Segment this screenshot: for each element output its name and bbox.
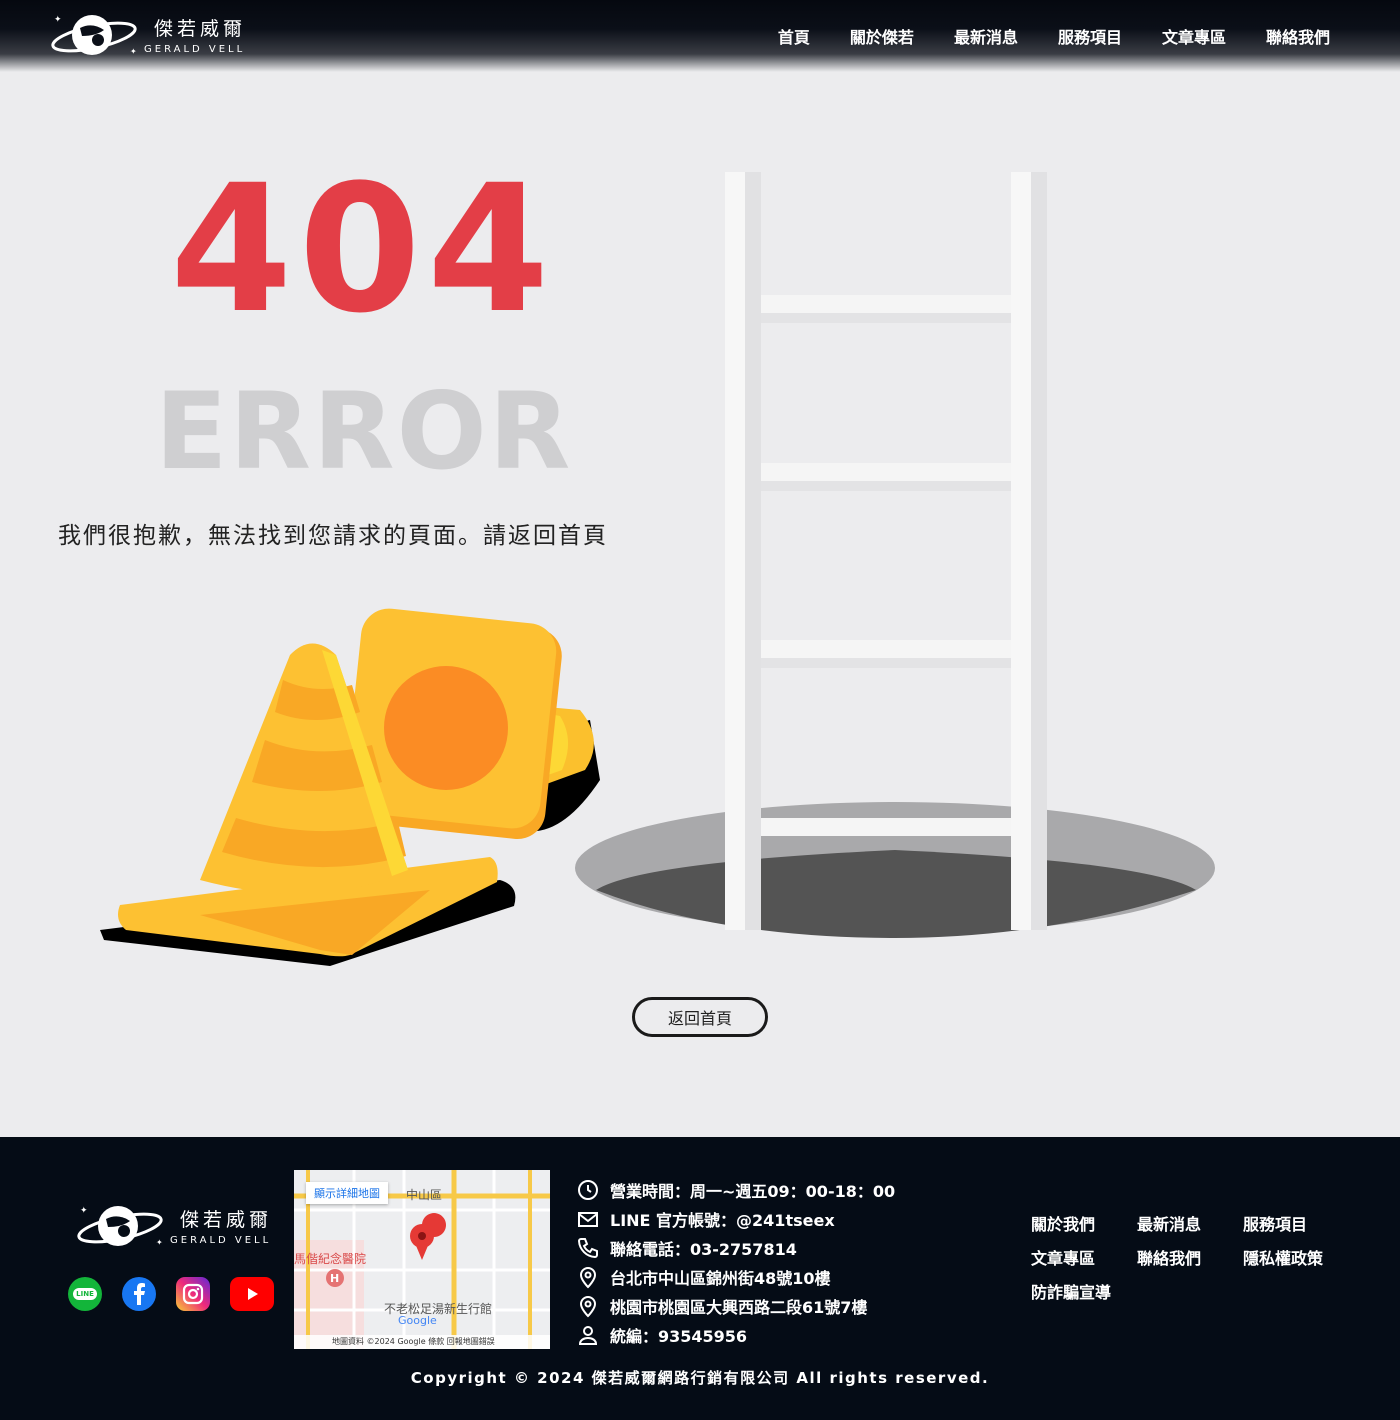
contact-line-text[interactable]: LINE 官方帳號：@241tseex [610, 1207, 835, 1231]
site-footer: ✦ ✦ 傑若威爾 GERALD VELL LINE H 顯示詳細地圖 中山區 馬… [0, 1137, 1400, 1420]
footer-logo-english-name: GERALD VELL [170, 1235, 272, 1246]
planet-logo-icon: ✦ ✦ [77, 1206, 163, 1247]
phone-icon [577, 1237, 598, 1258]
map-attribution: 地圖資料 ©2024 Google 條款 回報地圖錯誤 [294, 1335, 550, 1349]
line-link[interactable]: LINE [68, 1277, 102, 1311]
map-google-logo: Google [398, 1314, 437, 1327]
instagram-link[interactable] [176, 1277, 210, 1311]
footer-link-contact[interactable]: 聯絡我們 [1137, 1249, 1243, 1269]
footer-links: 關於我們 最新消息 服務項目 文章專區 聯絡我們 隱私權政策 防詐騙宣導 [1031, 1215, 1343, 1303]
svg-text:H: H [330, 1272, 339, 1285]
contact-tax-id-text: 統編：93545956 [610, 1326, 748, 1346]
construction-illustration [100, 172, 1215, 966]
google-map-embed[interactable]: H 顯示詳細地圖 中山區 馬偕紀念醫院 不老松足湯新生行館 Google 地圖資… [294, 1170, 550, 1349]
footer-link-services[interactable]: 服務項目 [1243, 1215, 1343, 1235]
copyright-text: Copyright © 2024 傑若威爾網路行銷有限公司 All rights… [410, 1369, 990, 1387]
contact-address-taipei-text: 台北市中山區錦州街48號10樓 [610, 1268, 831, 1288]
mail-icon [578, 1211, 598, 1227]
social-links: LINE [68, 1277, 274, 1311]
contact-line: LINE 官方帳號：@241tseex [576, 1204, 895, 1233]
map-label-district: 中山區 [406, 1188, 443, 1202]
contact-address-taipei: 台北市中山區錦州街48號10樓 [576, 1262, 895, 1291]
youtube-icon [248, 1288, 258, 1300]
contact-hours: 營業時間：周一~週五09：00-18：00 [576, 1175, 895, 1204]
contact-address-taoyuan: 桃園市桃園區大興西路二段61號7樓 [576, 1291, 895, 1320]
person-icon [578, 1325, 598, 1345]
location-icon [579, 1266, 597, 1288]
contact-hours-text: 營業時間：周一~週五09：00-18：00 [610, 1181, 896, 1201]
contact-tax-id: 統編：93545956 [576, 1320, 895, 1349]
location-icon [579, 1295, 597, 1317]
footer-link-about[interactable]: 關於我們 [1031, 1215, 1137, 1235]
map-open-detail-button[interactable]: 顯示詳細地圖 [306, 1182, 388, 1204]
facebook-link[interactable] [122, 1277, 156, 1311]
svg-text:✦: ✦ [156, 1238, 163, 1247]
svg-text:✦: ✦ [80, 1206, 88, 1216]
footer-logo-chinese-name: 傑若威爾 [180, 1209, 273, 1231]
footer-logo[interactable]: ✦ ✦ 傑若威爾 GERALD VELL [74, 1197, 274, 1255]
footer-link-anti-fraud[interactable]: 防詐騙宣導 [1031, 1283, 1137, 1303]
back-home-button[interactable]: 返回首頁 [632, 997, 768, 1037]
line-icon: LINE [73, 1288, 97, 1300]
contact-address-taoyuan-text: 桃園市桃園區大興西路二段61號7樓 [610, 1297, 868, 1317]
map-label-hospital: 馬偕紀念醫院 [294, 1252, 367, 1266]
youtube-link[interactable] [230, 1277, 274, 1311]
instagram-icon [182, 1283, 204, 1305]
contact-info: 營業時間：周一~週五09：00-18：00 LINE 官方帳號：@241tsee… [576, 1175, 895, 1349]
facebook-icon [134, 1283, 145, 1305]
contact-phone-text[interactable]: 聯絡電話：03-2757814 [610, 1236, 797, 1260]
footer-link-privacy[interactable]: 隱私權政策 [1243, 1249, 1343, 1269]
clock-icon [578, 1179, 598, 1200]
contact-phone: 聯絡電話：03-2757814 [576, 1233, 895, 1262]
footer-link-articles[interactable]: 文章專區 [1031, 1249, 1137, 1269]
footer-link-news[interactable]: 最新消息 [1137, 1215, 1243, 1235]
